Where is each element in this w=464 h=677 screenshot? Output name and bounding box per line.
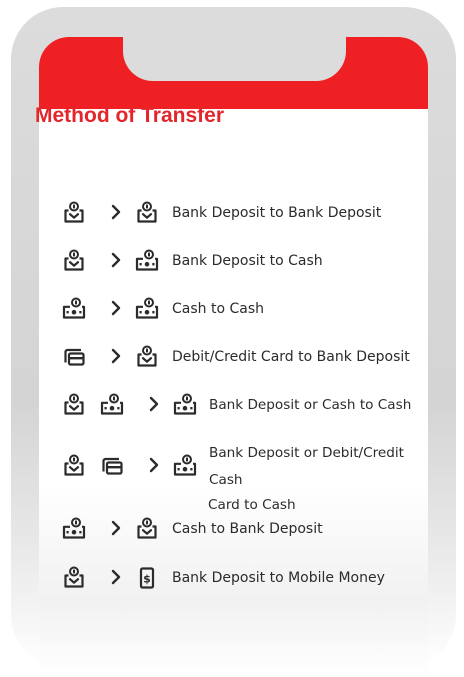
bank-deposit-icon (137, 345, 157, 367)
transfer-method-label: Bank Deposit to Mobile Money (172, 570, 385, 586)
bank-deposit-icon (64, 201, 84, 223)
chevron-right-icon (149, 457, 159, 473)
transfer-method-label: Bank Deposit or Cash to Cash (209, 397, 412, 413)
transfer-method-label-line1: Bank Deposit or Debit/Credit (209, 445, 405, 461)
bank-deposit-icon (64, 566, 84, 588)
transfer-method-bank-or-cash-to-cash[interactable]: Bank Deposit or Cash to Cash (0, 391, 411, 419)
chevron-right-icon (149, 396, 159, 412)
cash-icon (62, 297, 86, 319)
chevron-right-icon (111, 348, 121, 364)
chevron-right-icon (111, 300, 121, 316)
bank-deposit-icon (64, 249, 84, 271)
cash-icon (100, 393, 124, 415)
bank-deposit-icon (137, 517, 157, 539)
mobile-money-icon (139, 567, 155, 589)
cash-icon (62, 517, 86, 539)
cash-icon (173, 454, 197, 476)
bank-deposit-icon (137, 201, 157, 223)
cash-icon (135, 249, 159, 271)
cash-icon (135, 297, 159, 319)
phone-notch (123, 37, 346, 81)
transfer-method-label: Cash to Bank Deposit (172, 521, 323, 537)
transfer-method-card-to-bank[interactable]: Debit/Credit Card to Bank Deposit (0, 343, 410, 371)
transfer-method-label-line3: Card to Cash (208, 497, 296, 513)
chevron-right-icon (111, 204, 121, 220)
cash-icon (173, 393, 197, 415)
page-title: Method of Transfer (35, 104, 225, 127)
transfer-method-label-line2: Cash (209, 472, 243, 488)
bank-deposit-icon (64, 393, 84, 415)
chevron-right-icon (111, 252, 121, 268)
transfer-method-bank-to-bank[interactable]: Bank Deposit to Bank Deposit (0, 199, 389, 227)
chevron-right-icon (111, 569, 121, 585)
transfer-method-bank-to-cash[interactable]: Bank Deposit to Cash (0, 247, 389, 275)
transfer-method-label: Bank Deposit to Cash (172, 253, 323, 269)
card-icon (64, 348, 85, 366)
transfer-method-label: Debit/Credit Card to Bank Deposit (172, 349, 410, 365)
bank-deposit-icon (64, 454, 84, 476)
transfer-method-bank-to-mobile-money[interactable]: Bank Deposit to Mobile Money (0, 564, 389, 592)
transfer-method-cash-to-cash[interactable]: Cash to Cash (0, 295, 389, 323)
card-icon (102, 457, 123, 475)
transfer-method-cash-to-bank[interactable]: Cash to Bank Deposit (0, 515, 389, 543)
chevron-right-icon (111, 520, 121, 536)
transfer-method-label: Bank Deposit to Bank Deposit (172, 205, 382, 221)
transfer-method-label: Cash to Cash (172, 301, 264, 317)
